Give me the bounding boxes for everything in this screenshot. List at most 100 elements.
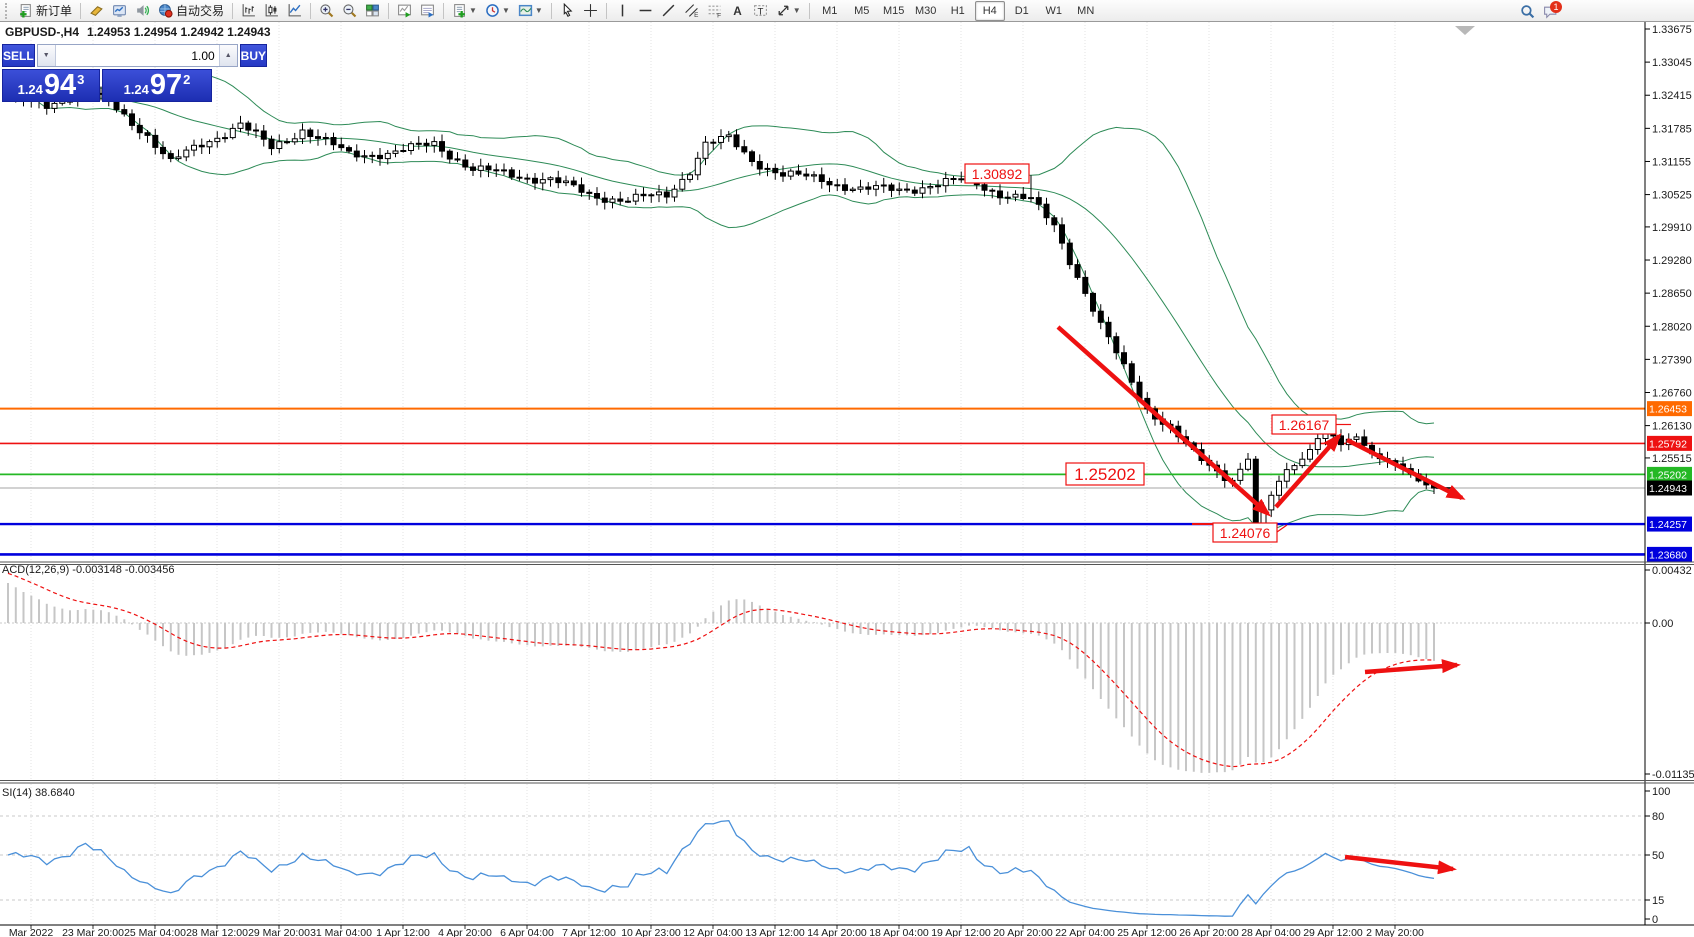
toolbar-button-zoom-out[interactable] <box>339 0 360 21</box>
toolbar-separator <box>310 3 311 19</box>
chevron-down-icon[interactable]: ▼ <box>535 6 543 15</box>
time-axis-label: 18 Apr 04:00 <box>869 927 929 937</box>
clock-icon <box>485 3 500 18</box>
toolbar-button-vertical-line-tool[interactable] <box>612 0 633 21</box>
palette-icon <box>89 3 104 18</box>
sell-price-prefix: 1.24 <box>18 82 43 97</box>
time-axis-label: 28 Mar 12:00 <box>186 927 248 937</box>
toolbar-button-line-chart-mode[interactable] <box>284 0 305 21</box>
time-axis-label: 2 May 20:00 <box>1366 927 1424 937</box>
time-axis-label: 25 Apr 12:00 <box>1117 927 1177 937</box>
search-button[interactable] <box>1517 1 1538 22</box>
price-axis-label: 1.25515 <box>1652 453 1692 465</box>
toolbar-button-label: 自动交易 <box>176 2 224 19</box>
channel-icon: E <box>684 3 699 18</box>
volume-stepper: ▼ ▲ <box>37 44 238 67</box>
chevron-down-icon[interactable]: ▼ <box>793 6 801 15</box>
buy-price-display[interactable]: 1.24972 <box>102 69 212 102</box>
search-icon <box>1520 4 1535 19</box>
price-axis-label: 1.27390 <box>1652 354 1692 366</box>
timeframe-mn[interactable]: MN <box>1071 1 1101 21</box>
line-chart-icon <box>287 3 302 18</box>
toolbar-button-templates[interactable]: ▼ <box>449 0 480 21</box>
toolbar-button-equidistant-channel-tool[interactable]: E <box>681 0 702 21</box>
sell-button[interactable]: SELL <box>2 44 35 67</box>
volume-input[interactable] <box>55 45 220 66</box>
toolbar-button-profiles[interactable] <box>417 0 438 21</box>
sell-price-big: 94 <box>44 71 76 100</box>
toolbar-button-arrows-tool[interactable]: ▼ <box>773 0 804 21</box>
timeframe-h4[interactable]: H4 <box>975 1 1005 21</box>
text-icon: A <box>730 3 745 18</box>
tile-windows-icon <box>365 3 380 18</box>
notification-badge: 1 <box>1550 1 1562 13</box>
toolbar-button-bar-chart-mode[interactable] <box>238 0 259 21</box>
price-annotation-label: 1.30892 <box>972 166 1023 182</box>
price-axis-label: 1.26130 <box>1652 421 1692 433</box>
vline-icon <box>615 3 630 18</box>
time-axis-label: 22 Apr 04:00 <box>1055 927 1115 937</box>
timeframe-m15[interactable]: M15 <box>879 1 909 21</box>
price-axis-label: 1.32415 <box>1652 90 1692 102</box>
price-axis-label: 1.31155 <box>1652 156 1691 168</box>
zoom-out-icon <box>342 3 357 18</box>
timeframe-d1[interactable]: D1 <box>1007 1 1037 21</box>
sell-price-display[interactable]: 1.24943 <box>2 69 100 102</box>
price-badge-label: 1.24257 <box>1649 519 1687 531</box>
chevron-down-icon[interactable]: ▼ <box>502 6 510 15</box>
toolbar-button-new-order[interactable]: 新订单 <box>15 0 75 21</box>
rsi-axis-label: 15 <box>1652 895 1664 907</box>
price-badge-label: 1.26453 <box>1649 404 1687 416</box>
rsi-label: SI(14) 38.6840 <box>2 787 75 799</box>
timeframe-m30[interactable]: M30 <box>911 1 941 21</box>
toolbar-button-auto-trading[interactable]: 自动交易 <box>155 0 227 21</box>
toolbar-button-tile-windows[interactable] <box>362 0 383 21</box>
buy-button[interactable]: BUY <box>240 44 267 67</box>
toolbar-button-styles[interactable] <box>86 0 107 21</box>
chevron-down-icon[interactable]: ▼ <box>469 6 477 15</box>
volume-increase-button[interactable]: ▲ <box>220 45 237 66</box>
time-axis-label: 19 Apr 12:00 <box>931 927 991 937</box>
toolbar: 新订单 自动交易 ▼ ▼ ▼ EFAT ▼ M1M5M15M30H1H4D1W1MN 1 <box>0 0 1694 22</box>
time-axis-label: 12 Apr 04:00 <box>683 927 743 937</box>
time-axis-label: 26 Apr 20:00 <box>1179 927 1239 937</box>
time-axis-label: 7 Apr 12:00 <box>562 927 616 937</box>
toolbar-separator <box>388 3 389 19</box>
toolbar-button-chart-style[interactable]: ▼ <box>515 0 546 21</box>
time-axis-label: 1 Apr 12:00 <box>376 927 430 937</box>
toolbar-button-trendline-tool[interactable] <box>658 0 679 21</box>
market-watch-icon <box>112 3 127 18</box>
candle-chart-icon <box>264 3 279 18</box>
price-axis-label: 1.33675 <box>1652 24 1692 36</box>
time-axis-label: 10 Apr 23:00 <box>621 927 681 937</box>
toolbar-button-periods[interactable]: ▼ <box>482 0 513 21</box>
toolbar-button-text-label-tool[interactable]: T <box>750 0 771 21</box>
toolbar-button-cursor-tool[interactable] <box>557 0 578 21</box>
toolbar-button-candle-chart-mode[interactable] <box>261 0 282 21</box>
macd-axis-label: -0.01135 <box>1652 769 1694 781</box>
timeframe-m5[interactable]: M5 <box>847 1 877 21</box>
toolbar-button-market-watch[interactable] <box>109 0 130 21</box>
toolbar-button-zoom-in[interactable] <box>316 0 337 21</box>
toolbar-button-text-tool[interactable]: A <box>727 0 748 21</box>
toolbar-button-horizontal-line-tool[interactable] <box>635 0 656 21</box>
toolbar-button-crosshair-tool[interactable] <box>580 0 601 21</box>
price-annotation-label: 1.26167 <box>1279 417 1330 433</box>
volume-decrease-button[interactable]: ▼ <box>38 45 55 66</box>
new-chart-icon <box>397 3 412 18</box>
toolbar-separator <box>551 3 552 19</box>
toolbar-button-fibonacci-tool[interactable]: F <box>704 0 725 21</box>
toolbar-button-alerts[interactable] <box>132 0 153 21</box>
mt4-window: { "toolbar": { "groups": [ {"items":[{"i… <box>0 0 1694 937</box>
template-icon <box>452 3 467 18</box>
timeframe-w1[interactable]: W1 <box>1039 1 1069 21</box>
chart-wave-icon <box>518 3 533 18</box>
buy-price-sup: 2 <box>183 72 190 87</box>
zoom-in-icon <box>319 3 334 18</box>
price-axis-label: 1.29280 <box>1652 255 1692 267</box>
arrows-icon <box>776 3 791 18</box>
timeframe-m1[interactable]: M1 <box>815 1 845 21</box>
timeframe-h1[interactable]: H1 <box>943 1 973 21</box>
chat-button[interactable]: 1 <box>1540 1 1561 22</box>
toolbar-button-new-chart[interactable] <box>394 0 415 21</box>
